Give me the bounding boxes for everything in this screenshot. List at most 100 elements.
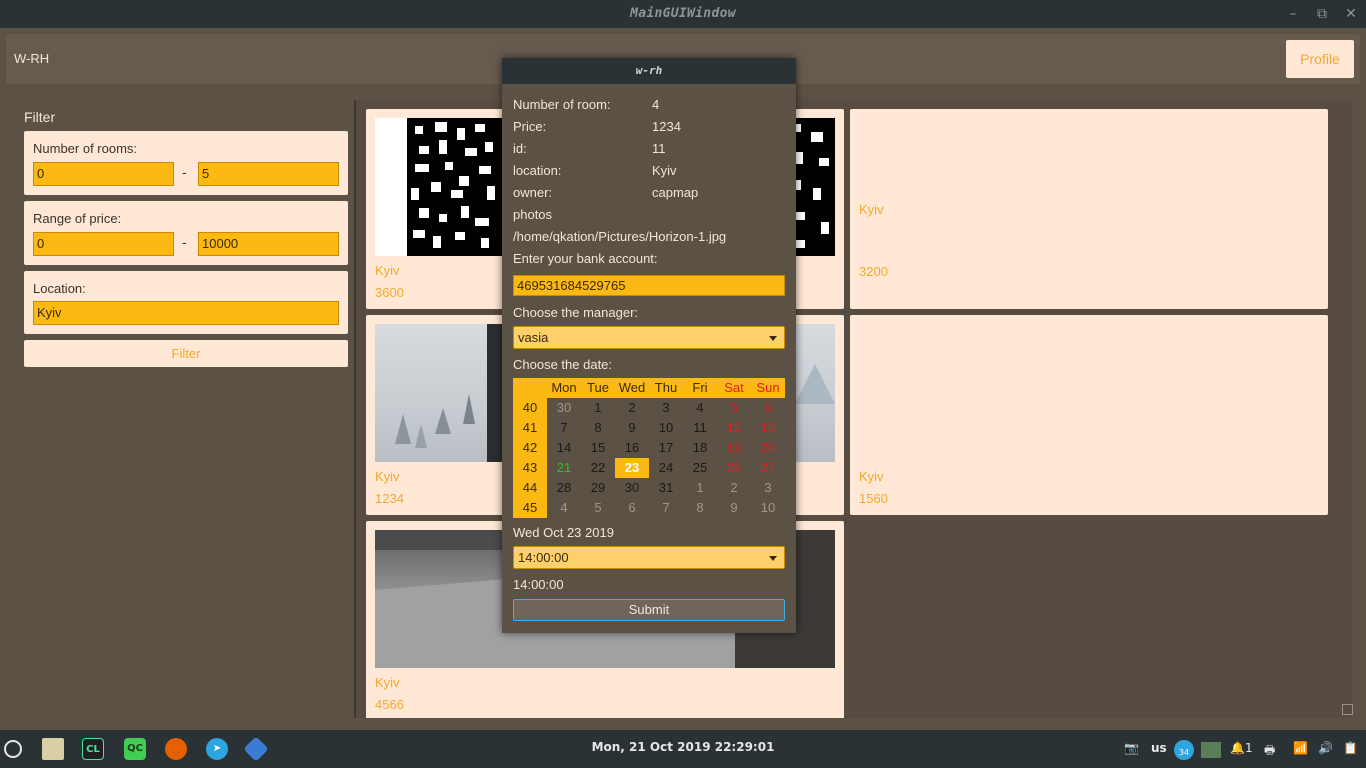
keyboard-layout[interactable]: us [1151, 741, 1167, 755]
calendar-week-number: 40 [522, 400, 538, 415]
calendar-day[interactable]: 27 [751, 458, 785, 478]
calendar-day[interactable]: 4 [683, 398, 717, 418]
calendar-day[interactable]: 30 [615, 478, 649, 498]
listing-location: Kyiv [375, 469, 400, 484]
calendar-day-name: Fri [692, 380, 708, 395]
listing-price: 4566 [375, 697, 404, 712]
calendar-day[interactable]: 12 [717, 418, 751, 438]
calendar-day[interactable]: 2 [615, 398, 649, 418]
printer-icon[interactable]: 🖶 [1264, 741, 1275, 762]
screenshot-icon[interactable]: 📷 [1124, 741, 1139, 755]
location-label: Location: [33, 281, 86, 296]
calendar-day[interactable]: 26 [717, 458, 751, 478]
calendar-day[interactable]: 9 [615, 418, 649, 438]
selected-time-text: 14:00:00 [513, 577, 564, 592]
calendar-day-name: Sun [756, 380, 780, 395]
calendar-day[interactable]: 31 [649, 478, 683, 498]
calendar-day[interactable]: 16 [615, 438, 649, 458]
calendar-day[interactable]: 21 [547, 458, 581, 478]
notification-count: 1 [1244, 741, 1253, 755]
listing-location: Kyiv [375, 263, 400, 278]
calendar-day[interactable]: 1 [683, 478, 717, 498]
wifi-icon[interactable]: 📶 [1293, 741, 1308, 755]
tray-app-icon[interactable] [1201, 742, 1221, 758]
calendar-day[interactable]: 7 [547, 418, 581, 438]
calendar-day[interactable]: 3 [751, 478, 785, 498]
calendar-day[interactable]: 8 [581, 418, 615, 438]
price-max-input[interactable]: 10000 [198, 232, 339, 256]
price-filter-group: Range of price: 0 - 10000 [24, 201, 348, 265]
calendar-week-number: 42 [522, 440, 538, 455]
manager-select[interactable]: vasia [513, 326, 785, 349]
bank-account-input[interactable]: 469531684529765 [513, 275, 785, 296]
calendar-day[interactable]: 24 [649, 458, 683, 478]
time-select[interactable]: 14:00:00 [513, 546, 785, 569]
calendar-day[interactable]: 7 [649, 498, 683, 518]
rooms-label: Number of rooms: [33, 141, 138, 156]
calendar-day[interactable]: 1 [581, 398, 615, 418]
calendar-week-number: 45 [522, 500, 538, 515]
range-dash: - [182, 166, 187, 181]
calendar-day[interactable]: 22 [581, 458, 615, 478]
volume-icon[interactable]: 🔊 [1318, 741, 1333, 755]
calendar-day[interactable]: 17 [649, 438, 683, 458]
calendar-day[interactable]: 6 [615, 498, 649, 518]
calendar-day[interactable]: 23 [615, 458, 649, 478]
calendar-day[interactable]: 8 [683, 498, 717, 518]
profile-button[interactable]: Profile [1286, 40, 1354, 78]
calendar[interactable]: Mon Tue Wed Thu Fri Sat Sun 40 30 1 2 3 4 5 6 41 7 8 9 10 11… [513, 378, 785, 518]
calendar-day[interactable]: 29 [581, 478, 615, 498]
calendar-week-number: 43 [522, 460, 538, 475]
price-min-input[interactable]: 0 [33, 232, 174, 256]
detail-label: Price: [513, 119, 547, 134]
date-label: Choose the date: [513, 357, 613, 372]
clipboard-icon[interactable]: 📋 [1343, 741, 1358, 755]
listing-location: Kyiv [859, 202, 884, 217]
calendar-day[interactable]: 15 [581, 438, 615, 458]
calendar-day[interactable]: 6 [751, 398, 785, 418]
calendar-day-name: Thu [654, 380, 678, 395]
photo-path: /home/qkation/Pictures/Horizon-1.jpg [513, 229, 727, 244]
detail-value: 4 [652, 97, 660, 112]
calendar-day[interactable]: 2 [717, 478, 751, 498]
detail-label: Number of room: [513, 97, 611, 112]
calendar-day-name: Wed [618, 380, 646, 395]
calendar-day[interactable]: 18 [683, 438, 717, 458]
listing-price: 1234 [375, 491, 404, 506]
calendar-day[interactable]: 5 [717, 398, 751, 418]
selected-date-text: Wed Oct 23 2019 [513, 525, 614, 540]
calendar-day[interactable]: 5 [581, 498, 615, 518]
calendar-day[interactable]: 13 [751, 418, 785, 438]
submit-button[interactable]: Submit [513, 599, 785, 621]
minimize-button[interactable]: – [1283, 4, 1303, 24]
calendar-day[interactable]: 28 [547, 478, 581, 498]
calendar-day[interactable]: 20 [751, 438, 785, 458]
calendar-day[interactable]: 30 [547, 398, 581, 418]
calendar-day[interactable]: 10 [649, 418, 683, 438]
rooms-min-input[interactable]: 0 [33, 162, 174, 186]
calendar-day[interactable]: 3 [649, 398, 683, 418]
resize-corner [1342, 704, 1353, 715]
calendar-day[interactable]: 4 [547, 498, 581, 518]
calendar-day[interactable]: 11 [683, 418, 717, 438]
close-button[interactable]: ✕ [1341, 4, 1361, 24]
listing-card[interactable]: Kyiv 1560 [850, 315, 1328, 515]
detail-value: Kyiv [652, 163, 677, 178]
calendar-day[interactable]: 9 [717, 498, 751, 518]
range-dash: - [182, 236, 187, 251]
calendar-day[interactable]: 19 [717, 438, 751, 458]
notification-icon[interactable]: 🔔1 [1230, 741, 1253, 755]
location-input[interactable]: Kyiv [33, 301, 339, 325]
rooms-max-input[interactable]: 5 [198, 162, 339, 186]
calendar-day[interactable]: 10 [751, 498, 785, 518]
restore-button[interactable]: ⧉ [1312, 4, 1332, 24]
booking-dialog: w-rh Number of room: 4 Price: 1234 id: 1… [502, 58, 796, 633]
filter-button[interactable]: Filter [24, 340, 348, 367]
telegram-tray-icon[interactable]: 34 [1174, 740, 1194, 760]
listings-scrollbar[interactable] [1336, 100, 1353, 718]
calendar-day[interactable]: 25 [683, 458, 717, 478]
calendar-day-name: Sat [724, 380, 744, 395]
calendar-day[interactable]: 14 [547, 438, 581, 458]
listing-card[interactable]: Kyiv 3200 [850, 109, 1328, 309]
bank-label: Enter your bank account: [513, 251, 658, 266]
